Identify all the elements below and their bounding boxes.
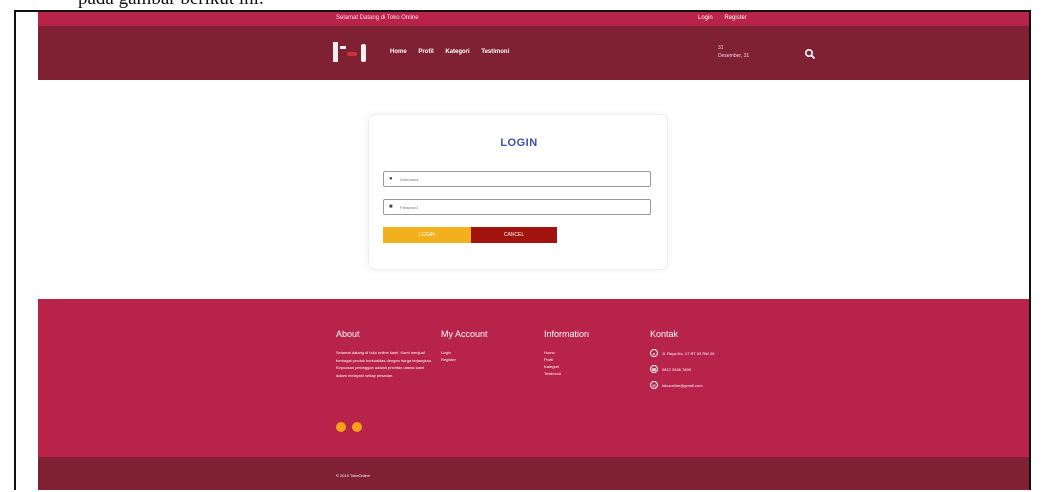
login-link[interactable]: Login xyxy=(698,15,713,21)
nav-bar: Home Profil Kategori Testimoni 31 Desemb… xyxy=(38,26,1029,80)
login-button[interactable]: LOGIN xyxy=(383,227,471,243)
facebook-icon[interactable] xyxy=(336,422,346,432)
account-heading: My Account xyxy=(441,329,488,339)
footer-home-link[interactable]: Home xyxy=(544,349,589,356)
menu-item-kategori[interactable]: Kategori xyxy=(445,49,469,55)
kontak-email: ✉ tokoonline@gmail.com xyxy=(650,381,714,389)
footer-kontak: Kontak ● Jl. Raya No. 17 RT 03 RW 05 ☎ 0… xyxy=(650,329,714,397)
footer-information: Information Home Profil Kategori Testimo… xyxy=(544,329,589,377)
phone-text: 0812 3456 7890 xyxy=(662,366,691,372)
caption-text: pada gambar berikut ini. xyxy=(78,0,264,10)
menu-item-testimoni[interactable]: Testimoni xyxy=(481,49,509,55)
kontak-phone: ☎ 0812 3456 7890 xyxy=(650,365,714,373)
top-links: Login Register xyxy=(698,15,757,21)
welcome-text: Selamat Datang di Toko Online xyxy=(336,15,419,21)
footer-account: My Account Login Register xyxy=(441,329,488,363)
logo-accent xyxy=(347,52,357,56)
top-bar: Selamat Datang di Toko Online Login Regi… xyxy=(38,12,1029,26)
email-text: tokoonline@gmail.com xyxy=(662,382,703,388)
instagram-icon[interactable] xyxy=(352,422,363,432)
footer-kategori-link[interactable]: Kategori xyxy=(544,363,589,370)
username-input[interactable] xyxy=(400,175,640,184)
logo-mark-right xyxy=(361,44,366,62)
kontak-address: ● Jl. Raya No. 17 RT 03 RW 05 xyxy=(650,349,714,357)
about-heading: About xyxy=(336,329,360,339)
main-menu: Home Profil Kategori Testimoni xyxy=(390,49,519,55)
menu-item-profil[interactable]: Profil xyxy=(418,49,433,55)
browser-frame: Selamat Datang di Toko Online Login Regi… xyxy=(14,10,1031,490)
footer-testimoni-link[interactable]: Testimoni xyxy=(544,370,589,377)
logo-mark-top xyxy=(340,46,346,49)
password-field[interactable]: ■ xyxy=(383,199,651,215)
cancel-button[interactable]: CANCEL xyxy=(471,227,557,243)
location-icon: ● xyxy=(650,349,658,357)
username-field[interactable]: ● xyxy=(383,171,651,187)
footer-profil-link[interactable]: Profil xyxy=(544,356,589,363)
login-card: LOGIN ● ■ LOGIN CANCEL xyxy=(368,114,668,270)
address-text: Jl. Raya No. 17 RT 03 RW 05 xyxy=(662,350,715,356)
kontak-heading: Kontak xyxy=(650,329,679,339)
password-input[interactable] xyxy=(400,203,640,212)
lock-icon: ■ xyxy=(389,204,393,210)
date-day: 31 xyxy=(718,45,724,51)
mail-icon: ✉ xyxy=(650,381,658,389)
login-title: LOGIN xyxy=(500,137,538,149)
date-display: 31 Desember, 31 xyxy=(718,44,749,60)
register-link[interactable]: Register xyxy=(724,15,746,21)
footer-register-link[interactable]: Register xyxy=(441,356,488,363)
footer-login-link[interactable]: Login xyxy=(441,349,488,356)
footer: About Selamat datang di toko online kami… xyxy=(38,299,1029,457)
about-text: Selamat datang di toko online kami. Kami… xyxy=(336,350,433,378)
menu-item-home[interactable]: Home xyxy=(390,49,407,55)
search-icon[interactable] xyxy=(804,48,816,60)
user-icon: ● xyxy=(389,176,393,182)
social-links xyxy=(336,419,364,437)
bottom-bar: © 2019 TokoOnline xyxy=(38,457,1029,490)
info-heading: Information xyxy=(544,329,590,339)
date-label: Desember, 31 xyxy=(718,53,750,59)
footer-about: About Selamat datang di toko online kami… xyxy=(336,329,436,379)
copyright-text: © 2019 TokoOnline xyxy=(336,473,371,478)
site-logo[interactable] xyxy=(331,40,381,66)
phone-icon: ☎ xyxy=(650,365,658,373)
logo-mark xyxy=(333,42,338,62)
